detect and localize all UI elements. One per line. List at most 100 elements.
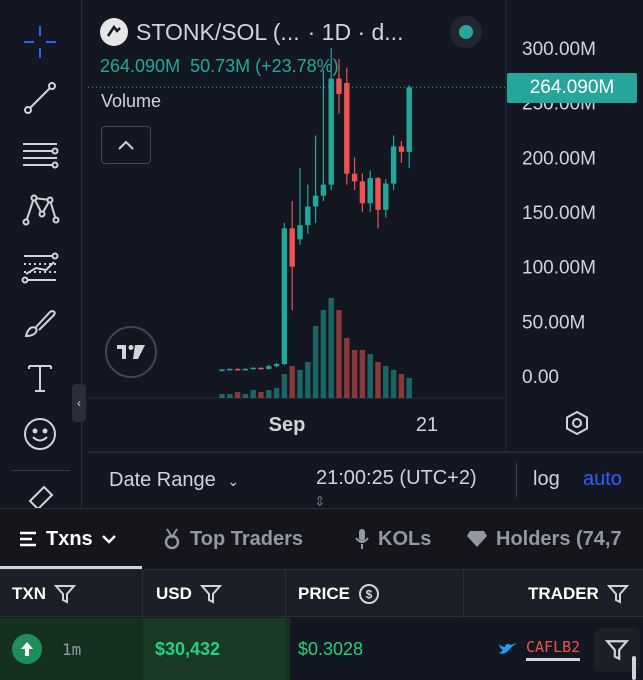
volume-bar (336, 310, 342, 398)
volume-bar (367, 354, 373, 398)
volume-bar (375, 362, 381, 398)
volume-bar (305, 362, 311, 398)
chevron-up-icon (118, 140, 134, 150)
brush-icon[interactable] (16, 298, 64, 346)
table-row[interactable]: 1m $30,432 $0.3028 CAFLB2 (0, 618, 643, 680)
log-scale-toggle[interactable]: log (533, 468, 560, 491)
tab-top-traders[interactable]: Top Traders (162, 509, 303, 569)
candle-body (281, 228, 288, 364)
drawing-toolbar (0, 0, 82, 508)
tab-txns[interactable]: Txns (18, 509, 117, 569)
toolbar-collapse-handle[interactable]: ‹ (72, 384, 86, 422)
candle-body (297, 225, 303, 240)
volume-bar (234, 392, 241, 398)
symbol-legend[interactable]: STONK/SOL (... · 1D · d... (100, 18, 403, 46)
candle-body (398, 146, 405, 152)
x-axis-tick-label: 21 (416, 414, 438, 436)
candle-body (227, 368, 233, 371)
filter-icon (54, 585, 76, 604)
volume-bar (258, 392, 264, 398)
buy-arrow-icon (12, 634, 42, 664)
legend-price: 264.090M (100, 56, 181, 76)
pattern-icon[interactable] (16, 186, 64, 234)
candles (219, 48, 412, 372)
projection-icon[interactable] (16, 242, 64, 290)
tab-top-traders-label: Top Traders (190, 527, 303, 550)
volume-bar (297, 370, 303, 398)
legend-values: 264.090M 50.73M (+23.78%) (100, 56, 339, 77)
clock-timezone[interactable]: 21:00:25 (UTC+2) (316, 467, 477, 490)
currency-toggle-icon: $ (358, 584, 379, 604)
volume-label: Volume (101, 91, 162, 111)
date-range-dropdown[interactable]: Date Range ⌄ (109, 469, 239, 492)
txn-trader[interactable]: CAFLB2 (498, 618, 581, 680)
filter-icon (199, 585, 222, 604)
volume-bar (281, 374, 288, 398)
candle-body (289, 228, 295, 267)
volume-bar (250, 390, 256, 398)
column-usd[interactable]: USD (156, 570, 222, 618)
y-axis-tick-label: 150.00M (522, 203, 596, 224)
x-axis-tick-label: Sep (269, 414, 306, 436)
candle-body (344, 82, 350, 174)
text-icon[interactable] (16, 354, 64, 402)
date-range-label: Date Range (109, 469, 216, 491)
token-icon (100, 18, 128, 46)
volume-bar (351, 350, 358, 398)
column-trader[interactable]: TRADER (528, 570, 629, 618)
column-price[interactable]: PRICE $ (298, 570, 380, 618)
volume-bars (219, 298, 412, 398)
volume-bar (312, 326, 319, 398)
volume-bar (289, 366, 295, 398)
chart-panel: 300.00M 250.00M 200.00M 150.00M 100.00M 50.00… (88, 0, 643, 509)
column-trader-label: TRADER (528, 584, 599, 603)
tradingview-logo-icon[interactable] (105, 326, 157, 378)
y-axis-tick-label: 0.00 (522, 367, 559, 388)
column-price-label: PRICE (298, 584, 350, 603)
volume-bar (227, 394, 233, 398)
candle-body (328, 78, 334, 185)
volume-bar (359, 350, 366, 398)
tab-holders[interactable]: Holders (74,7 (466, 509, 622, 569)
filter-icon (605, 640, 629, 661)
volume-bar (219, 394, 225, 398)
trend-line-icon[interactable] (16, 74, 64, 122)
market-status-icon[interactable] (450, 16, 482, 48)
eraser-icon[interactable] (16, 482, 64, 508)
chart-settings-icon[interactable] (562, 408, 592, 438)
volume-bar (242, 394, 249, 398)
column-txn-label: TXN (12, 584, 46, 603)
column-txn[interactable]: TXN (12, 570, 76, 618)
volume-bar (266, 390, 272, 398)
txn-table-header: TXN USD PRICE $ TRADER (0, 569, 643, 680)
chart-footer: Date Range ⌄ 21:00:25 (UTC+2) ⇕ log auto (88, 452, 643, 509)
auto-scale-toggle[interactable]: auto (583, 468, 622, 491)
toolbar-divider (12, 470, 70, 471)
collapse-legend-button[interactable] (101, 126, 151, 164)
symbol-name: STONK/SOL (... (136, 18, 300, 45)
table-scrollbar[interactable] (632, 656, 636, 680)
filter-icon (606, 585, 629, 604)
volume-bar (398, 374, 405, 398)
candle-body (336, 78, 342, 94)
emoji-icon[interactable] (16, 410, 64, 458)
horizontal-lines-icon[interactable] (16, 130, 64, 178)
candle-body (250, 367, 256, 370)
tab-kols[interactable]: KOLs (354, 509, 431, 569)
txn-age: 1m (62, 639, 82, 659)
legend-change: 50.73M (+23.78%) (190, 56, 339, 76)
tab-txns-label: Txns (46, 527, 93, 550)
volume-bar (320, 310, 327, 398)
y-axis-tick-label: 50.00M (522, 312, 585, 333)
time-axis: Sep 21 (269, 414, 438, 436)
bottom-tabs: Txns Top Traders KOLs Holders (74,7 (0, 508, 643, 568)
txn-price: $0.3028 (298, 638, 364, 659)
diamond-icon (467, 531, 487, 547)
tab-kols-label: KOLs (378, 527, 432, 550)
trader-address[interactable]: CAFLB2 (526, 638, 581, 661)
column-usd-label: USD (156, 584, 192, 603)
volume-bar (328, 298, 334, 398)
candle-body (375, 178, 381, 210)
txn-usd: $30,432 (155, 638, 221, 659)
crosshair-icon[interactable] (16, 18, 64, 66)
